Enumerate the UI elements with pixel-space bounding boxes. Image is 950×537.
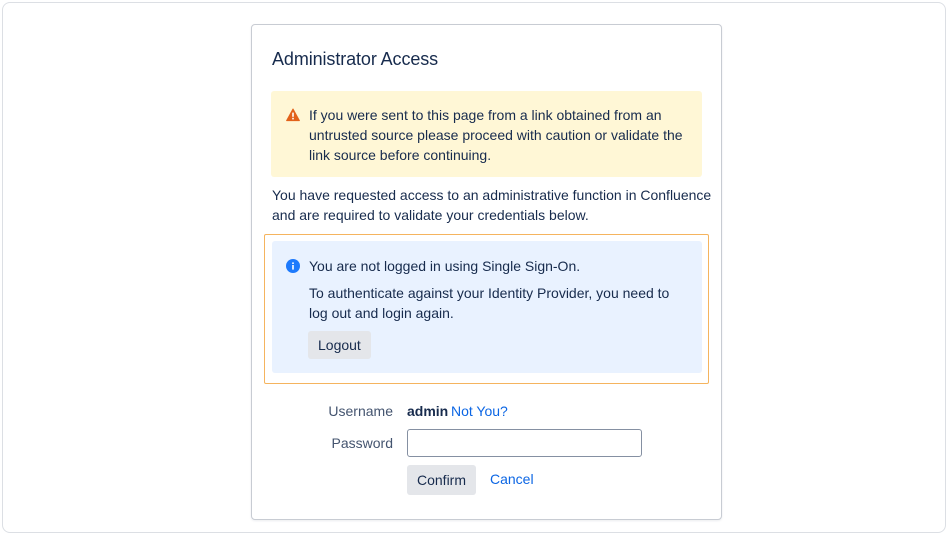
intro-text: You have requested access to an administ… bbox=[272, 187, 712, 223]
cancel-link[interactable]: Cancel bbox=[490, 471, 534, 487]
dialog-title: Administrator Access bbox=[272, 49, 439, 69]
username-value: admin bbox=[407, 403, 449, 419]
sso-info-message: You are not logged in using Single Sign-… bbox=[272, 241, 702, 373]
sso-info-body: To authenticate against your Identity Pr… bbox=[309, 285, 670, 321]
password-input[interactable] bbox=[407, 429, 642, 457]
warning-text: If you were sent to this page from a lin… bbox=[309, 107, 683, 163]
password-label: Password bbox=[331, 435, 393, 451]
page-frame: Administrator Access If you were sent to… bbox=[2, 2, 946, 533]
username-label: Username bbox=[328, 403, 393, 419]
warning-icon bbox=[286, 108, 300, 122]
confirm-button[interactable]: Confirm bbox=[407, 465, 477, 495]
info-icon bbox=[286, 259, 300, 273]
sso-info-title: You are not logged in using Single Sign-… bbox=[309, 258, 581, 274]
warning-message: If you were sent to this page from a lin… bbox=[271, 91, 702, 177]
logout-button[interactable]: Logout bbox=[308, 331, 371, 359]
administrator-access-dialog: Administrator Access If you were sent to… bbox=[251, 24, 722, 520]
not-you-link[interactable]: Not You? bbox=[451, 403, 508, 419]
